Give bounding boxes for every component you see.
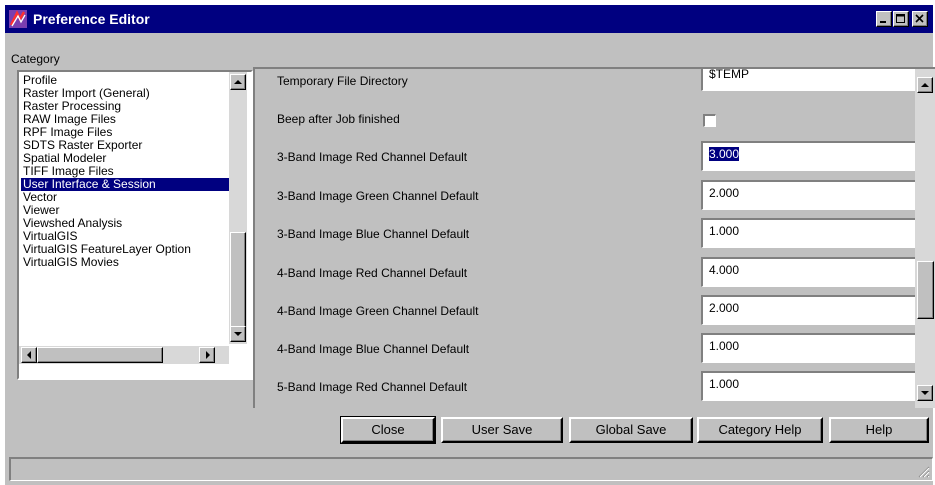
preference-value-field[interactable]: 1.000 bbox=[701, 333, 921, 363]
minimize-icon bbox=[880, 21, 886, 23]
preference-value-field[interactable]: $TEMP bbox=[701, 67, 921, 91]
category-scroll-up-button[interactable] bbox=[230, 74, 246, 90]
preference-value-field[interactable]: 3.000 bbox=[701, 141, 921, 171]
close-icon bbox=[915, 14, 924, 23]
title-bar[interactable]: Preference Editor bbox=[5, 5, 933, 33]
category-label: Category bbox=[11, 52, 60, 66]
preference-label: 4-Band Image Blue Channel Default bbox=[277, 342, 470, 356]
preference-label: 3-Band Image Green Channel Default bbox=[277, 189, 479, 203]
preference-value-field[interactable]: 2.000 bbox=[701, 180, 921, 210]
preference-value-text: 1.000 bbox=[709, 339, 740, 353]
status-bar bbox=[9, 457, 933, 481]
preference-value-text: 4.000 bbox=[709, 263, 740, 277]
minimize-button[interactable] bbox=[876, 11, 892, 27]
category-scroll-right-button[interactable] bbox=[199, 347, 215, 363]
category-help-button[interactable]: Category Help bbox=[697, 417, 823, 443]
maximize-icon bbox=[896, 14, 905, 23]
preference-row: 3-Band Image Red Channel Default 3.000 bbox=[255, 137, 921, 175]
preference-value-text: 2.000 bbox=[709, 186, 740, 200]
preferences-scroll-thumb[interactable] bbox=[917, 261, 934, 319]
maximize-button[interactable] bbox=[893, 11, 909, 27]
category-scroll-thumb[interactable] bbox=[230, 232, 246, 328]
preference-label: 4-Band Image Red Channel Default bbox=[277, 266, 468, 280]
preferences-scroll-down-button[interactable] bbox=[917, 385, 933, 401]
preference-label: 4-Band Image Green Channel Default bbox=[277, 304, 479, 318]
category-item[interactable]: VirtualGIS Movies bbox=[21, 256, 229, 269]
preferences-scroll-up-button[interactable] bbox=[917, 77, 933, 93]
preference-row: 3-Band Image Blue Channel Default 1.000 bbox=[255, 214, 921, 252]
help-button[interactable]: Help bbox=[829, 417, 929, 443]
preference-label: Beep after Job finished bbox=[277, 112, 400, 126]
user-save-button[interactable]: User Save bbox=[441, 417, 563, 443]
preference-row: 4-Band Image Red Channel Default 4.000 bbox=[255, 253, 921, 291]
arrow-left-icon bbox=[27, 351, 31, 359]
arrow-up-icon bbox=[921, 83, 929, 87]
category-vertical-scrollbar[interactable] bbox=[229, 72, 247, 344]
category-scroll-left-button[interactable] bbox=[21, 347, 37, 363]
preference-value-field[interactable]: 1.000 bbox=[701, 371, 921, 401]
preference-value-field[interactable]: 2.000 bbox=[701, 295, 921, 325]
arrow-down-icon bbox=[234, 332, 242, 336]
erdas-imagine-app-icon[interactable] bbox=[9, 10, 27, 28]
preference-row: 4-Band Image Green Channel Default 2.000 bbox=[255, 291, 921, 329]
arrow-right-icon bbox=[206, 351, 210, 359]
resize-grip-icon[interactable] bbox=[916, 464, 930, 478]
preference-label: 3-Band Image Blue Channel Default bbox=[277, 227, 470, 241]
close-button[interactable]: Close bbox=[340, 416, 436, 444]
preference-value-field[interactable]: 1.000 bbox=[701, 218, 921, 248]
preferences-vertical-scrollbar[interactable] bbox=[915, 69, 935, 408]
close-window-button[interactable] bbox=[912, 11, 928, 27]
preference-value-text: 3.000 bbox=[709, 147, 740, 161]
preference-row: 5-Band Image Red Channel Default 1.000 bbox=[255, 367, 921, 405]
preference-row: 3-Band Image Green Channel Default 2.000 bbox=[255, 176, 921, 214]
preference-label: 3-Band Image Red Channel Default bbox=[277, 150, 468, 164]
preference-value-field[interactable]: 4.000 bbox=[701, 257, 921, 287]
preference-value-text: 2.000 bbox=[709, 301, 740, 315]
preference-value-text: 1.000 bbox=[709, 377, 740, 391]
preference-editor-window: Preference Editor Category Profile Raster… bbox=[5, 5, 935, 485]
window-title: Preference Editor bbox=[33, 11, 150, 27]
preference-value-text: 1.000 bbox=[709, 224, 740, 238]
preference-label: 5-Band Image Red Channel Default bbox=[277, 380, 468, 394]
category-items: Profile Raster Import (General) Raster Pro… bbox=[21, 74, 229, 346]
preference-label: Temporary File Directory bbox=[277, 74, 408, 88]
preferences-panel: Temporary File Directory $TEMP Beep after … bbox=[253, 67, 935, 408]
category-scroll-down-button[interactable] bbox=[230, 326, 246, 342]
beep-after-job-checkbox[interactable] bbox=[703, 114, 716, 127]
arrow-down-icon bbox=[921, 391, 929, 395]
arrow-up-icon bbox=[234, 80, 242, 84]
category-list[interactable]: Profile Raster Import (General) Raster Pro… bbox=[17, 70, 253, 380]
preference-row: 4-Band Image Blue Channel Default 1.000 bbox=[255, 329, 921, 367]
preference-row: Beep after Job finished bbox=[255, 99, 915, 137]
global-save-button[interactable]: Global Save bbox=[569, 417, 693, 443]
preference-value-text: $TEMP bbox=[709, 67, 750, 81]
preference-row: Temporary File Directory $TEMP bbox=[255, 69, 921, 99]
category-horizontal-scrollbar[interactable] bbox=[19, 346, 229, 364]
category-hscroll-thumb[interactable] bbox=[37, 347, 163, 363]
